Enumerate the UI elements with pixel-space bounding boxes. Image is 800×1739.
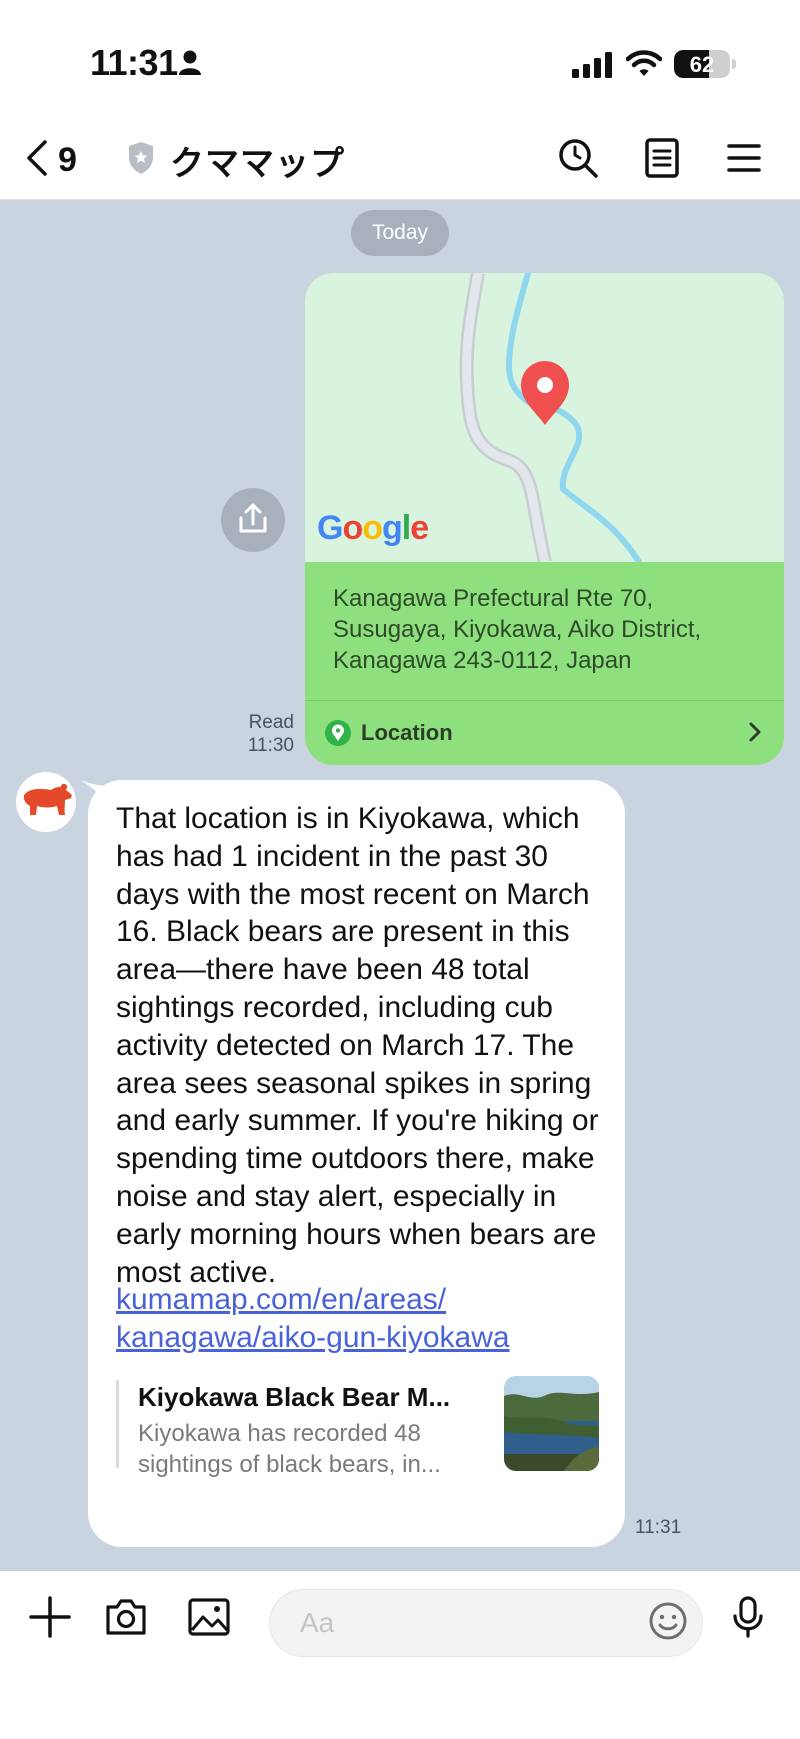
reply-message[interactable]: That location is in Kiyokawa, which has …	[88, 780, 625, 1547]
link-preview[interactable]: Kiyokawa Black Bear M... Kiyokawa has re…	[116, 1376, 601, 1478]
link-line: kanagawa/aiko-gun-kiyokawa	[116, 1320, 510, 1354]
shield-icon	[126, 140, 156, 181]
back-chevron-icon	[26, 139, 48, 181]
emoji-button[interactable]	[646, 1601, 690, 1645]
back-button[interactable]: 9	[26, 136, 77, 184]
search-button[interactable]	[554, 136, 602, 184]
preview-description: Kiyokawa has recorded 48 sightings of bl…	[138, 1418, 488, 1480]
status-time: 11:31	[90, 42, 178, 83]
message-time: 11:31	[635, 1517, 682, 1538]
menu-button[interactable]	[720, 136, 768, 184]
chat-header: 9 クママップ	[0, 120, 800, 200]
message-text: That location is in Kiyokawa, which has …	[116, 802, 599, 1289]
chat-title[interactable]: クママップ	[170, 136, 345, 185]
google-logo: Google	[317, 509, 429, 547]
link-line: kumamap.com/en/areas/	[116, 1283, 447, 1316]
message-time: 11:30	[247, 735, 294, 756]
voice-button[interactable]	[722, 1593, 774, 1645]
battery-level: 62	[689, 52, 715, 77]
person-icon	[178, 50, 202, 81]
message-input[interactable]	[269, 1589, 703, 1657]
preview-title: Kiyokawa Black Bear M...	[138, 1382, 451, 1412]
chevron-right-icon	[748, 721, 762, 748]
notes-button[interactable]	[638, 136, 686, 184]
preview-line: Kiyokawa has recorded 48	[138, 1420, 421, 1447]
wifi-icon	[625, 48, 663, 83]
unread-count: 9	[58, 140, 77, 179]
address-line: Susugaya, Kiyokawa, Aiko District,	[333, 616, 702, 643]
plus-button[interactable]	[24, 1593, 76, 1645]
battery-indicator: 62	[674, 50, 730, 78]
preview-thumbnail	[504, 1376, 599, 1471]
message-link[interactable]: kumamap.com/en/areas/ kanagawa/aiko-gun-…	[116, 1281, 606, 1357]
address-line: Kanagawa Prefectural Rte 70,	[333, 585, 654, 612]
bear-icon	[19, 782, 73, 823]
camera-button[interactable]	[100, 1593, 152, 1645]
preview-bar	[116, 1380, 119, 1468]
emoji-icon	[648, 1601, 688, 1646]
status-bar: 11:31 62	[0, 0, 800, 120]
signal-icon	[572, 52, 614, 83]
location-address: Kanagawa Prefectural Rte 70, Susugaya, K…	[333, 583, 763, 676]
date-separator: Today	[351, 210, 449, 256]
avatar[interactable]	[16, 772, 76, 832]
location-message[interactable]: Google Kanagawa Prefectural Rte 70, Susu…	[305, 273, 784, 765]
menu-icon	[727, 143, 761, 178]
notes-icon	[645, 137, 679, 183]
camera-icon	[104, 1597, 148, 1642]
location-link[interactable]: Location	[305, 701, 784, 765]
battery-nub	[732, 59, 736, 69]
chat-area[interactable]: Today Google Kanagawa Prefectural Rte 70…	[0, 200, 800, 1571]
address-line: Kanagawa 243-0112, Japan	[333, 647, 632, 674]
microphone-icon	[731, 1595, 765, 1644]
image-icon	[187, 1597, 231, 1642]
preview-line: sightings of black bears, in...	[138, 1451, 441, 1478]
search-icon	[557, 137, 599, 184]
share-icon	[238, 502, 268, 539]
location-pin-icon	[325, 720, 351, 746]
read-receipt: Read 11:30	[226, 711, 294, 757]
read-label: Read	[248, 712, 294, 733]
plus-icon	[28, 1595, 72, 1644]
share-button[interactable]	[221, 488, 285, 552]
image-button[interactable]	[183, 1593, 235, 1645]
map-thumbnail[interactable]: Google	[305, 273, 784, 562]
input-bar	[0, 1571, 800, 1739]
location-label: Location	[361, 720, 453, 745]
